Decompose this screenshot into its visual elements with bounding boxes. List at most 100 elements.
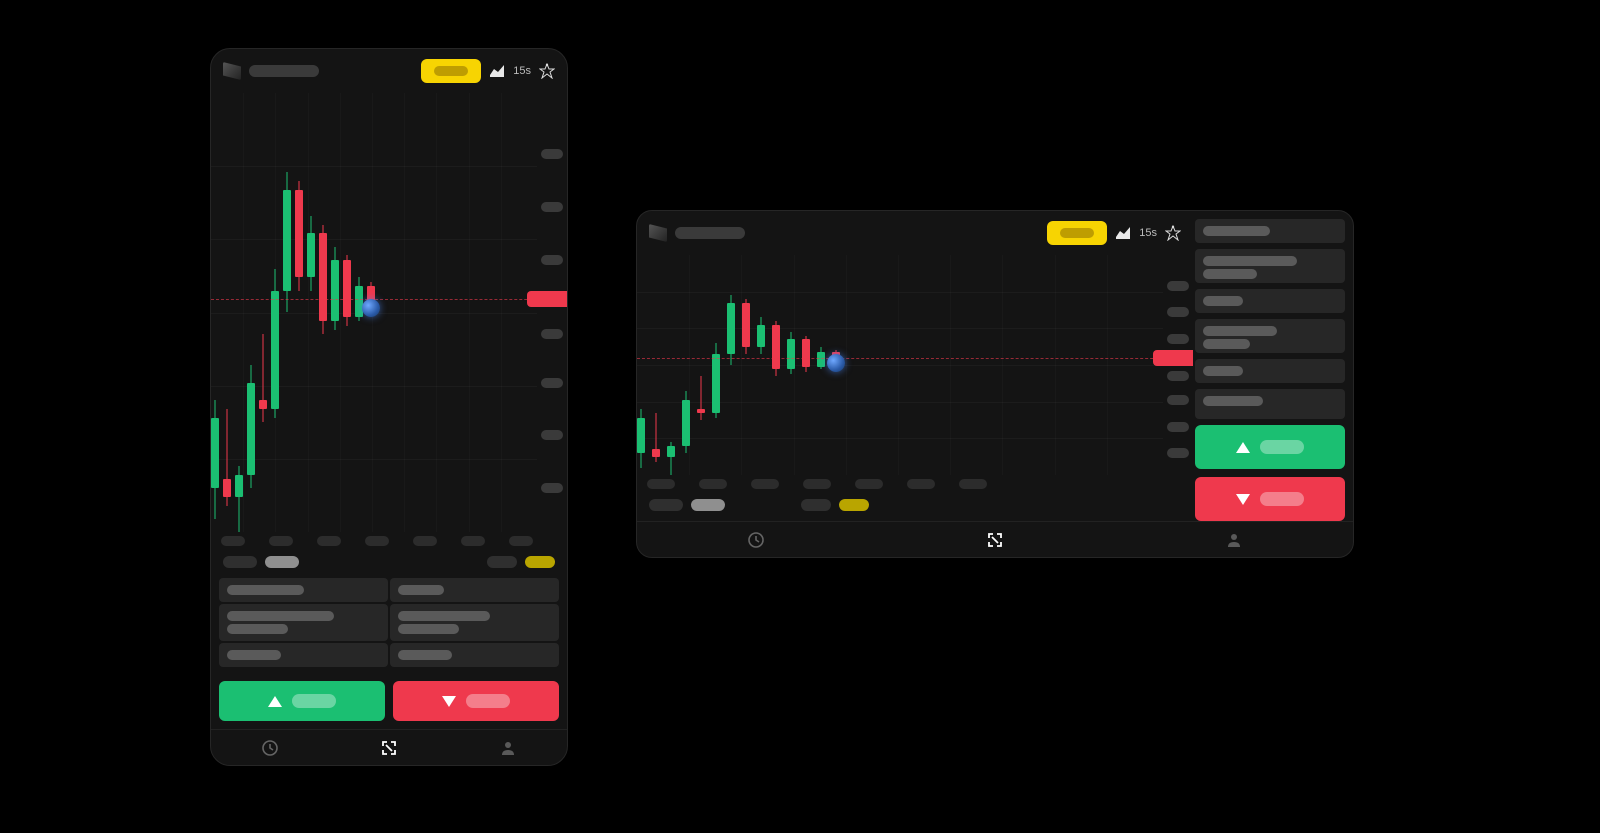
info-cell[interactable] [390, 604, 559, 641]
chart-type-icon[interactable] [1115, 225, 1131, 241]
chip-accent[interactable] [525, 556, 555, 568]
chip-active[interactable] [691, 499, 725, 511]
candle [247, 93, 255, 532]
candle [637, 255, 645, 475]
candle [295, 93, 303, 532]
info-cell[interactable] [390, 578, 559, 602]
x-axis-tick [751, 479, 779, 489]
clock-icon[interactable] [747, 531, 765, 549]
current-price-marker [827, 354, 845, 372]
side-cell[interactable] [1195, 249, 1345, 283]
sell-button-label [1260, 492, 1304, 506]
candle [259, 93, 267, 532]
profile-icon[interactable] [1225, 531, 1243, 549]
info-cell[interactable] [390, 643, 559, 667]
app-logo-icon [649, 224, 667, 242]
topbar: 15s [637, 211, 1193, 255]
asset-selector[interactable] [249, 65, 319, 77]
candle [757, 255, 765, 475]
x-axis [647, 479, 1159, 495]
candle [727, 255, 735, 475]
side-cell[interactable] [1195, 319, 1345, 353]
yellow-pill-button[interactable] [1047, 221, 1107, 245]
candle [742, 255, 750, 475]
x-axis-tick [509, 536, 533, 546]
chip-row [211, 552, 567, 572]
info-grid [211, 572, 567, 673]
candle [652, 255, 660, 475]
x-axis-tick [855, 479, 883, 489]
x-axis-tick [317, 536, 341, 546]
portrait-device: 15s [210, 48, 568, 766]
y-axis-tick [1167, 422, 1189, 432]
candle [787, 255, 795, 475]
fullscreen-icon[interactable] [986, 531, 1004, 549]
side-cell[interactable] [1195, 389, 1345, 419]
buy-button-label [292, 694, 336, 708]
topbar: 15s [211, 49, 567, 93]
y-axis-tick [1167, 334, 1189, 344]
candle [712, 255, 720, 475]
side-panel [1195, 219, 1345, 509]
candle [307, 93, 315, 532]
side-cell[interactable] [1195, 359, 1345, 383]
chip[interactable] [223, 556, 257, 568]
info-cell[interactable] [219, 643, 388, 667]
candle [697, 255, 705, 475]
x-axis-tick [413, 536, 437, 546]
chart-type-icon[interactable] [489, 63, 505, 79]
price-line [637, 358, 1193, 359]
timeframe-selector[interactable]: 15s [513, 65, 531, 77]
sell-button[interactable] [1195, 477, 1345, 521]
chip[interactable] [649, 499, 683, 511]
info-cell[interactable] [219, 604, 388, 641]
chip-accent[interactable] [839, 499, 869, 511]
x-axis-tick [221, 536, 245, 546]
price-line [211, 299, 567, 300]
y-axis-tick [541, 202, 563, 212]
yellow-pill-button[interactable] [421, 59, 481, 83]
side-cell[interactable] [1195, 219, 1345, 243]
drawing-tool-icon[interactable] [539, 63, 555, 79]
chip[interactable] [487, 556, 517, 568]
x-axis-tick [647, 479, 675, 489]
y-axis-tick [541, 378, 563, 388]
drawing-tool-icon[interactable] [1165, 225, 1181, 241]
y-axis-tick [1167, 395, 1189, 405]
buy-button[interactable] [219, 681, 385, 721]
candle [223, 93, 231, 532]
x-axis-tick [699, 479, 727, 489]
sell-button-label [466, 694, 510, 708]
timeframe-selector[interactable]: 15s [1139, 227, 1157, 239]
bottom-nav [211, 729, 567, 765]
chip-active[interactable] [265, 556, 299, 568]
candle [211, 93, 219, 532]
candle [319, 93, 327, 532]
chart-area[interactable] [637, 255, 1193, 495]
asset-selector[interactable] [675, 227, 745, 239]
candle [667, 255, 675, 475]
side-cell[interactable] [1195, 289, 1345, 313]
price-tag [527, 291, 567, 307]
x-axis-tick [461, 536, 485, 546]
app-logo-icon [223, 62, 241, 80]
x-axis-tick [365, 536, 389, 546]
chart-area[interactable] [211, 93, 567, 552]
y-axis-tick [541, 255, 563, 265]
chip-row [637, 495, 1193, 521]
y-axis-tick [541, 430, 563, 440]
arrow-down-icon [442, 696, 456, 707]
clock-icon[interactable] [261, 739, 279, 757]
buy-button[interactable] [1195, 425, 1345, 469]
sell-button[interactable] [393, 681, 559, 721]
arrow-up-icon [268, 696, 282, 707]
y-axis-tick [1167, 307, 1189, 317]
profile-icon[interactable] [499, 739, 517, 757]
y-axis-tick [541, 329, 563, 339]
candle [283, 93, 291, 532]
chip[interactable] [801, 499, 831, 511]
fullscreen-icon[interactable] [380, 739, 398, 757]
current-price-marker [362, 299, 380, 317]
y-axis-tick [1167, 371, 1189, 381]
info-cell[interactable] [219, 578, 388, 602]
